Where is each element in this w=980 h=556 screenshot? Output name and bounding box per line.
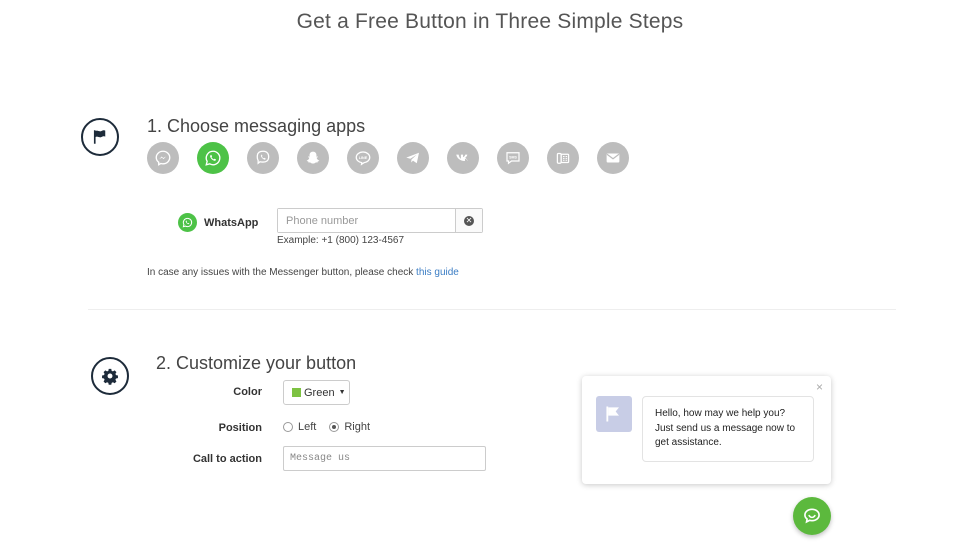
- app-line-button[interactable]: LINE: [347, 142, 379, 174]
- app-viber-button[interactable]: [247, 142, 279, 174]
- position-left-label: Left: [298, 421, 317, 433]
- step1-heading: 1. Choose messaging apps: [147, 116, 366, 136]
- step1-flag-icon: [81, 118, 119, 156]
- sms-icon: SMS: [506, 152, 520, 165]
- app-messenger-button[interactable]: [147, 142, 179, 174]
- widget-close-icon[interactable]: ×: [816, 380, 823, 394]
- selected-app-label: WhatsApp: [178, 213, 258, 232]
- widget-avatar: [596, 396, 632, 432]
- chat-bubbles-icon: [804, 508, 820, 524]
- widget-message: Hello, how may we help you? Just send us…: [642, 396, 814, 462]
- app-snapchat-button[interactable]: [297, 142, 329, 174]
- selected-app-name: WhatsApp: [204, 216, 259, 229]
- gear-icon: [102, 368, 118, 385]
- color-select-value: Green: [304, 386, 335, 399]
- snapchat-icon: [306, 151, 320, 164]
- phone-example-text: Example: +1 (800) 123-4567: [277, 235, 405, 246]
- phone-input-group: ✕: [277, 208, 483, 233]
- close-icon: ✕: [464, 215, 474, 226]
- step2-gear-icon: [91, 357, 129, 395]
- app-telegram-button[interactable]: [397, 142, 429, 174]
- app-call-button[interactable]: [547, 142, 579, 174]
- position-right-label: Right: [344, 421, 371, 433]
- flag-icon: [93, 130, 106, 144]
- messenger-icon: [155, 150, 171, 166]
- step2-heading: 2. Customize your button: [156, 353, 357, 373]
- viber-icon: [256, 150, 270, 165]
- line-icon-text: LINE: [359, 156, 368, 160]
- page-title: Get a Free Button in Three Simple Steps: [296, 10, 684, 33]
- apps-row: LINE SMS: [147, 142, 629, 174]
- call-to-action-input[interactable]: [283, 446, 486, 471]
- position-left-radio[interactable]: [283, 422, 293, 432]
- guide-link[interactable]: this guide: [416, 267, 459, 278]
- app-sms-button[interactable]: SMS: [497, 142, 529, 174]
- cta-label: Call to action: [192, 453, 262, 465]
- color-swatch: [292, 388, 301, 397]
- position-right-radio[interactable]: [329, 422, 340, 432]
- whatsapp-icon: [178, 213, 197, 232]
- sms-icon-text: SMS: [509, 156, 517, 160]
- caret-down-icon: ▼: [338, 389, 346, 396]
- color-label: Color: [233, 386, 262, 398]
- app-email-button[interactable]: [597, 142, 629, 174]
- position-radio-group: Left Right: [283, 421, 378, 433]
- app-vk-button[interactable]: [447, 142, 479, 174]
- email-icon: [606, 153, 620, 163]
- telegram-icon: [406, 152, 419, 164]
- line-icon: LINE: [355, 151, 371, 166]
- help-text: In case any issues with the Messenger bu…: [147, 267, 459, 278]
- position-label: Position: [218, 422, 262, 434]
- phone-call-icon: [556, 152, 570, 164]
- section-divider: [88, 309, 896, 310]
- phone-clear-button[interactable]: ✕: [455, 209, 482, 232]
- vk-icon: [456, 154, 468, 161]
- flag-icon: [606, 406, 619, 422]
- chat-launcher-button[interactable]: [793, 497, 831, 535]
- chat-widget-preview: × Hello, how may we help you? Just send …: [582, 376, 831, 484]
- phone-number-input[interactable]: [278, 209, 455, 232]
- app-whatsapp-button[interactable]: [197, 142, 229, 174]
- help-text-body: In case any issues with the Messenger bu…: [147, 267, 417, 278]
- color-select[interactable]: Green ▼: [283, 380, 350, 405]
- whatsapp-icon: [205, 150, 221, 166]
